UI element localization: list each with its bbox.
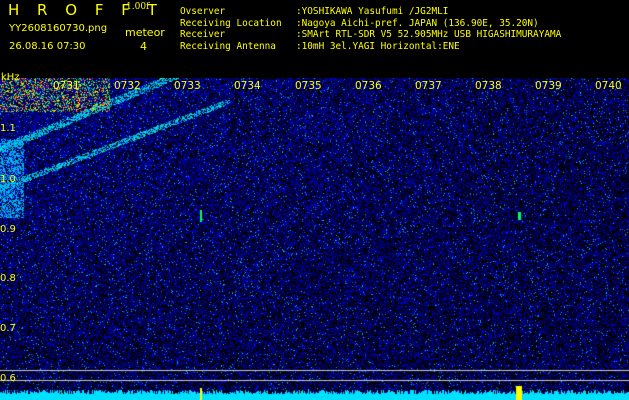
info-value: :YOSHIKAWA Yasufumi /JG2MLI — [296, 6, 449, 17]
y-axis-unit: kHz — [1, 72, 20, 83]
y-tick-label: 1.0 — [0, 174, 16, 185]
x-tick-label: 0736 — [355, 80, 382, 92]
x-tick-label: 0734 — [234, 80, 261, 92]
info-row-location: Receiving Location :Nagoya Aichi-pref. J… — [180, 18, 561, 30]
x-tick-label: 0733 — [174, 80, 201, 92]
y-tick-label: 0.6 — [0, 373, 16, 384]
x-tick-label: 0735 — [295, 80, 322, 92]
x-tick-label: 0737 — [415, 80, 442, 92]
meteor-count-label: meteor — [125, 26, 165, 39]
header-panel: H R O F F T 1.00f YY2608160730.png 26.08… — [0, 0, 629, 78]
station-info: Ovserver :YOSHIKAWA Yasufumi /JG2MLI Rec… — [180, 6, 561, 52]
meteor-count-value: 4 — [140, 40, 147, 53]
info-key: Receiving Antenna — [180, 40, 276, 52]
y-tick-label: 1.1 — [0, 123, 16, 134]
app-version: 1.00f — [126, 2, 150, 12]
info-value: :Nagoya Aichi-pref. JAPAN (136.90E, 35.2… — [296, 17, 539, 29]
y-tick-label: 0.9 — [0, 224, 16, 235]
x-tick-label: 0732 — [114, 80, 141, 92]
y-tick-label: 0.7 — [0, 323, 16, 334]
info-key: Receiving Location — [180, 17, 282, 29]
waterfall-canvas — [0, 78, 629, 400]
image-filename: YY2608160730.png — [9, 23, 108, 34]
info-row-observer: Ovserver :YOSHIKAWA Yasufumi /JG2MLI — [180, 6, 561, 18]
info-row-antenna: Receiving Antenna :10mH 3el.YAGI Horizon… — [180, 41, 561, 53]
info-value: :10mH 3el.YAGI Horizontal:ENE — [296, 40, 460, 52]
x-tick-label: 0738 — [475, 80, 502, 92]
x-tick-label: 0731 — [53, 80, 80, 92]
capture-timestamp: 26.08.16 07:30 — [9, 41, 86, 52]
spectrogram-panel — [0, 78, 629, 400]
info-key: Ovserver — [180, 6, 226, 17]
y-tick-label: 0.8 — [0, 273, 16, 284]
info-row-receiver: Receiver :SMArt RTL-SDR V5 52.905MHz USB… — [180, 29, 561, 41]
x-tick-label: 0740 — [595, 80, 622, 92]
info-value: :SMArt RTL-SDR V5 52.905MHz USB HIGASHIM… — [296, 29, 562, 40]
info-key: Receiver — [180, 29, 226, 40]
x-tick-label: 0739 — [535, 80, 562, 92]
